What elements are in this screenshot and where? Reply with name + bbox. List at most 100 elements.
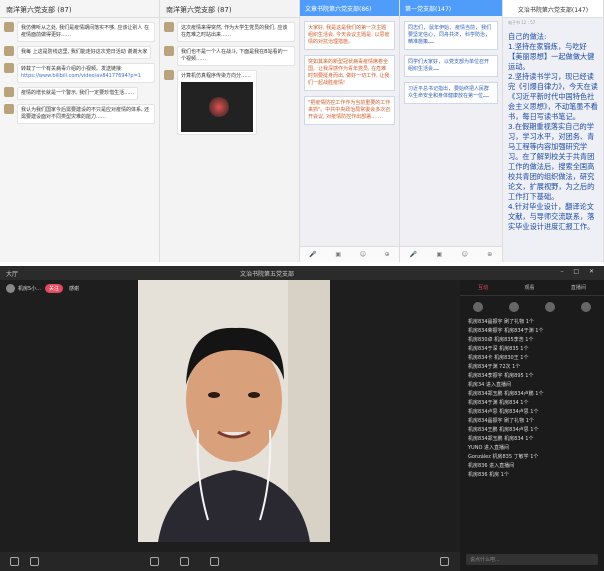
comment-item: 机房834于深 机房835 1个 <box>468 346 529 352</box>
comment-item: 机房834于渊 72次 1个 <box>468 364 521 370</box>
window-titlebar: 大厅 文治书院第五党支部 – □ ✕ <box>0 266 604 280</box>
chat-screenshots: 南洋第六党支部 (87) 我仿佛听从之处, 我们是疫情期间落实不够, 应该让别人… <box>0 0 604 262</box>
chat-window-2: 南洋第六党支部 (87) 这次疫情来得突然, 作为大学生党员的我们, 应该在危难… <box>160 0 300 262</box>
avatar <box>164 22 174 32</box>
tab-bar: 互动 观看 直播间 <box>460 280 604 296</box>
comment-item: 机房34 进入直播间 <box>468 382 511 388</box>
virus-image <box>209 97 229 117</box>
host-info: 机房5小... 关注 感谢 <box>6 284 79 293</box>
message-bubble: "把疫情防控工作作为当前重要的工作来抓"。中共中央政治局常委会多次召开会议, 对… <box>304 96 395 125</box>
video-card[interactable]: 计算机仿真程序传染方向分…… <box>177 70 257 135</box>
avatar <box>545 302 555 312</box>
chat-title: 南洋第六党支部 (87) <box>0 0 159 18</box>
chat-title: 文治书院第六党支部(147) <box>503 0 603 18</box>
fullscreen-icon[interactable] <box>440 557 449 566</box>
settings-icon[interactable] <box>210 557 219 566</box>
chat-message: 我每 上这是防线这里, 我们能走好这次党日活动 谢谢大家 <box>4 46 155 59</box>
comment-item: 机房836 机房 1个 <box>468 472 509 478</box>
chat-window-1: 南洋第六党支部 (87) 我仿佛听从之处, 我们是疫情期间落实不够, 应该让别人… <box>0 0 160 262</box>
chat-message: 转载了一个有关病毒介绍的小视频。发送链接: https://www.bilibi… <box>4 63 155 83</box>
comment-item: 机房834荣振宇 机房834于渊 1个 <box>468 328 544 334</box>
chat-window-4: 第一党支部(147) 同志们, 鼠年伊始, 疫情当前, 我们要坚定信心, 同舟共… <box>400 0 503 262</box>
message-bubble: 我仿佛听从之处, 我们是疫情期间落实不够, 应该让别人 在疫情面前做得更好…… <box>17 22 155 42</box>
message-bubble: 我每 上这是防线这里, 我们能走好这次党日活动 谢谢大家 <box>17 46 152 59</box>
chat-message: 我认为我们国家今后需要建设的不只是应对疫情的体系, 还需要建设面对不同类型灾难的… <box>4 104 155 124</box>
interaction-panel: 互动 观看 直播间 机房834晶振宇 刷了礼物 1个机房834荣振宇 机房834… <box>460 280 604 571</box>
video-controls <box>0 552 460 571</box>
share-icon[interactable] <box>150 557 159 566</box>
comment-item: González 机房835 丁敏学 1个 <box>468 454 539 460</box>
comment-item: 机房836 进入直播间 <box>468 463 515 469</box>
avatar <box>164 46 174 56</box>
mic-icon[interactable] <box>10 557 19 566</box>
emoji-icon[interactable]: ☺ <box>462 251 468 258</box>
tab-watch[interactable]: 观看 <box>524 284 534 291</box>
message-bubble: 这次疫情来得突然, 作为大学生党员的我们, 应该在危难之时站出来…… <box>177 22 295 42</box>
live-stream-window: 大厅 文治书院第五党支部 – □ ✕ 机房5小... 关注 感谢 互动 观看 直… <box>0 266 604 571</box>
tab-interact[interactable]: 互动 <box>478 284 488 291</box>
avatar <box>509 302 519 312</box>
mic-icon[interactable]: 🎤 <box>410 251 417 258</box>
comment-item: 机房834李振宇 机房895 1个 <box>468 373 534 379</box>
plus-icon[interactable]: ⊕ <box>385 251 390 258</box>
viewer-avatars <box>460 296 604 318</box>
comment-item: 机房834于渊 机房834 1个 <box>468 400 529 406</box>
mic-icon[interactable]: 🎤 <box>309 251 316 258</box>
image-icon[interactable]: ▣ <box>335 251 341 258</box>
video-link[interactable]: https://www.bilibili.com/video/av8417769… <box>21 73 141 79</box>
comment-item: 机房834郑玉鹏 机房834 1个 <box>468 436 534 442</box>
avatar <box>581 302 591 312</box>
comment-item: 机房834晶振宇 刷了礼物 1个 <box>468 418 534 424</box>
avatar <box>164 70 174 80</box>
chat-message: 疫情的增长就是一个警示, 我们一定要珍惜生活…… <box>4 87 155 100</box>
message-bubble: 转载了一个有关病毒介绍的小视频。发送链接: https://www.bilibi… <box>17 63 155 83</box>
comment-input[interactable]: 说点什么吧... <box>466 554 598 565</box>
sender-label: 电子书 12 : 57 <box>508 20 536 25</box>
avatar <box>6 284 15 293</box>
chat-toolbar: 🎤 ▣ ☺ ⊕ <box>300 246 399 262</box>
avatar <box>4 22 14 32</box>
host-name: 机房5小... <box>18 286 41 292</box>
video-card-title: 计算机仿真程序传染方向分…… <box>181 73 252 79</box>
comment-item: YUNO 进入直播间 <box>468 445 509 451</box>
gift-icon[interactable] <box>180 557 189 566</box>
comment-item: 机房834卡 机房830王 1个 <box>468 355 529 361</box>
emoji-icon[interactable]: ☺ <box>360 251 366 258</box>
chat-message: 我仿佛听从之处, 我们是疫情期间落实不够, 应该让别人 在疫情面前做得更好…… <box>4 22 155 42</box>
presenter-image <box>138 280 330 542</box>
lobby-label[interactable]: 大厅 <box>6 269 18 278</box>
message-bubble: 习近平总书记指出, 要始终把人民群众生命安全和身体健康放在第一位…… <box>404 82 498 104</box>
message-text: 转载了一个有关病毒介绍的小视频。发送链接: <box>21 66 123 72</box>
host-extra[interactable]: 感谢 <box>69 285 79 292</box>
window-controls[interactable]: – □ ✕ <box>560 268 598 275</box>
avatar <box>4 63 14 73</box>
comment-item: 机房834郑玉鹏 机房834卢鹏 1个 <box>468 391 544 397</box>
message-bubble: 我认为我们国家今后需要建设的不只是应对疫情的体系, 还需要建设面对不同类型灾难的… <box>17 104 155 124</box>
message-bubble: 大家好, 我是这是我们的第一次主题组织生活会, 今天会议主题是: 以思疫情的对抗… <box>304 21 395 50</box>
message-text: 自己的做法: 1.坚持在家锻炼，与吃好【美丽思想】一起做做大健运动。 2.坚持读… <box>508 32 598 231</box>
window-title: 文治书院第五党支部 <box>240 271 295 278</box>
chat-message: 计算机仿真程序传染方向分…… <box>164 70 295 135</box>
avatar <box>473 302 483 312</box>
avatar <box>4 104 14 114</box>
comment-item: 机房834王鹏 机房834卢思 1个 <box>468 427 539 433</box>
comment-item: 机房834晶振宇 刷了礼物 1个 <box>468 319 534 325</box>
message-bubble: 疫情的增长就是一个警示, 我们一定要珍惜生活…… <box>17 87 139 100</box>
camera-icon[interactable] <box>30 557 39 566</box>
comment-item: 机房830卓 机房835李浩 1个 <box>468 337 534 343</box>
comment-item: 机房834卢思 机房834卢思 1个 <box>468 409 539 415</box>
message-bubble: 突如其来的新型冠状病毒疫情席卷全国。让我深感作为青年党员, 在危难时刻要挺身而出… <box>304 55 395 91</box>
chat-window-5: 文治书院第六党支部(147) 电子书 12 : 57 自己的做法: 1.坚持在家… <box>503 0 604 262</box>
avatar <box>4 46 14 56</box>
follow-button[interactable]: 关注 <box>44 284 63 293</box>
message-bubble: 同学们大家好, 以党支部为单位召开组织生活会…… <box>404 55 498 77</box>
chat-title: 文章书院第六党支部(86) <box>300 0 399 16</box>
video-feed <box>138 280 330 542</box>
plus-icon[interactable]: ⊕ <box>487 251 492 258</box>
comment-list: 机房834晶振宇 刷了礼物 1个 机房834荣振宇 机房834于渊 1个 机房830… <box>460 318 604 480</box>
video-thumbnail <box>181 82 253 132</box>
chat-toolbar: 🎤 ▣ ☺ ⊕ <box>400 246 502 262</box>
tab-room[interactable]: 直播间 <box>571 284 586 291</box>
chat-title: 第一党支部(147) <box>400 0 502 16</box>
image-icon[interactable]: ▣ <box>437 251 443 258</box>
